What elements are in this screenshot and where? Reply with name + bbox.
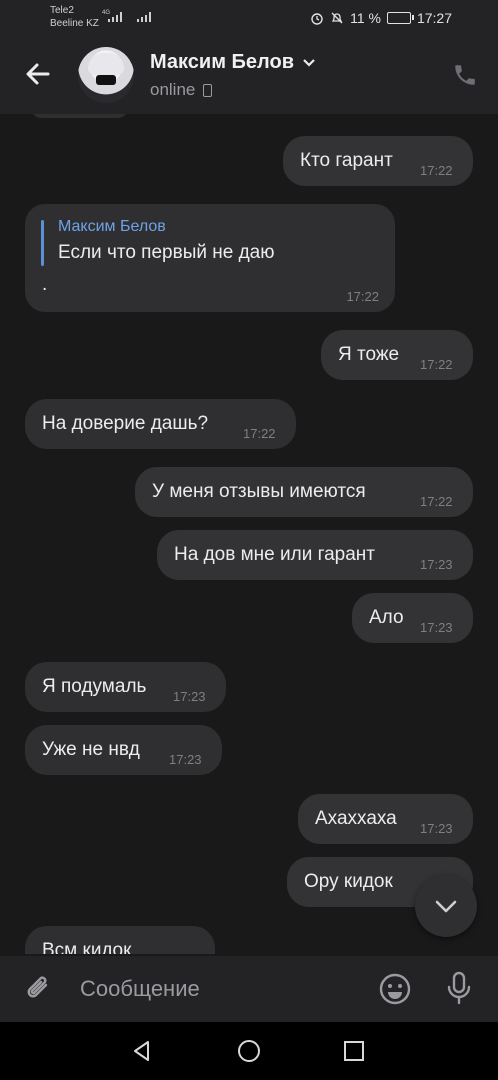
message-bubble-out[interactable]: На дов мне или гарант 17:23 <box>157 530 473 580</box>
microphone-icon[interactable] <box>444 970 474 1006</box>
message-text: Я тоже <box>338 344 400 365</box>
message-input[interactable]: Сообщение <box>80 976 200 1002</box>
alarm-icon <box>311 13 323 25</box>
reply-quoted-text: Если что первый не даю <box>58 242 275 263</box>
carrier-1: Tele2 <box>50 5 74 16</box>
mobile-device-icon <box>203 83 213 97</box>
message-text: Ало <box>369 607 404 628</box>
scroll-to-bottom-button[interactable] <box>415 875 477 937</box>
message-time: 17:22 <box>420 494 453 509</box>
reply-author: Максим Белов <box>58 218 166 235</box>
message-bubble-out[interactable]: Кто гарант 17:22 <box>283 136 473 186</box>
message-time: 17:22 <box>346 289 379 304</box>
message-time: 17:23 <box>420 821 453 836</box>
message-text: У меня отзывы имеются <box>152 481 366 502</box>
attach-paperclip-icon[interactable] <box>22 972 56 1006</box>
message-text: Всм кидок <box>42 940 132 954</box>
message-text: Ору кидок <box>304 871 393 892</box>
carrier-names: Tele2 Beeline KZ <box>50 4 99 30</box>
chevron-down-icon <box>303 58 315 67</box>
chat-header: Максим Белов online <box>0 36 498 114</box>
message-text: Я подумаль <box>42 676 147 697</box>
message-bubble-partial <box>32 114 127 118</box>
nav-recents-icon[interactable] <box>342 1039 366 1063</box>
chevron-down-icon <box>435 900 457 913</box>
message-text: На доверие дашь? <box>42 413 209 434</box>
signal-icon-2 <box>137 12 151 22</box>
battery-icon <box>386 12 414 24</box>
clock: 17:27 <box>416 10 452 26</box>
status-bar: Tele2 Beeline KZ 4G 11 % 17:27 <box>0 0 498 36</box>
signal-icon <box>108 12 122 22</box>
message-bubble-in[interactable]: Всм кидок <box>25 926 215 954</box>
battery-percent: 11 % <box>350 10 381 26</box>
message-time: 17:23 <box>169 752 202 767</box>
message-bubble-out[interactable]: Я тоже 17:22 <box>321 330 473 380</box>
online-status: online <box>150 80 196 99</box>
contact-status: online <box>150 80 213 100</box>
system-navigation-bar <box>0 1022 498 1080</box>
message-bubble-out[interactable]: Ало 17:23 <box>352 593 473 643</box>
avatar[interactable] <box>78 47 134 103</box>
message-bubble-reply[interactable]: Максим Белов Если что первый не даю . 17… <box>25 204 395 312</box>
back-arrow-icon[interactable] <box>22 58 54 90</box>
nav-home-icon[interactable] <box>237 1039 261 1063</box>
message-time: 17:22 <box>243 426 276 441</box>
message-bubble-in[interactable]: Уже не нвд 17:23 <box>25 725 222 775</box>
message-time: 17:22 <box>420 357 453 372</box>
message-text: Кто гарант <box>300 150 393 171</box>
message-time: 17:23 <box>420 557 453 572</box>
message-time: 17:23 <box>173 689 206 704</box>
message-bubble-out[interactable]: Ахаххаха 17:23 <box>298 794 473 844</box>
status-right: 11 % 17:27 <box>310 10 452 26</box>
message-text: Ахаххаха <box>315 808 397 829</box>
phone-call-icon[interactable] <box>452 62 478 88</box>
nav-back-icon[interactable] <box>130 1039 154 1063</box>
contact-name-text: Максим Белов <box>150 51 294 73</box>
message-list[interactable]: Кто гарант 17:22 Максим Белов Если что п… <box>0 114 498 954</box>
message-bubble-in[interactable]: Я подумаль 17:23 <box>25 662 226 712</box>
reply-quote-bar <box>41 220 44 266</box>
carrier-2: Beeline KZ <box>50 18 99 29</box>
message-time: 17:22 <box>420 163 453 178</box>
emoji-icon[interactable] <box>378 972 412 1006</box>
message-time: 17:23 <box>420 620 453 635</box>
message-bubble-out[interactable]: У меня отзывы имеются 17:22 <box>135 467 473 517</box>
message-text: . <box>42 274 48 295</box>
message-text: Уже не нвд <box>42 739 140 760</box>
message-bubble-in[interactable]: На доверие дашь? 17:22 <box>25 399 296 449</box>
message-text: На дов мне или гарант <box>174 544 375 565</box>
contact-name[interactable]: Максим Белов <box>150 51 316 74</box>
mute-bell-icon <box>331 12 343 24</box>
message-composer: Сообщение <box>0 956 498 1022</box>
